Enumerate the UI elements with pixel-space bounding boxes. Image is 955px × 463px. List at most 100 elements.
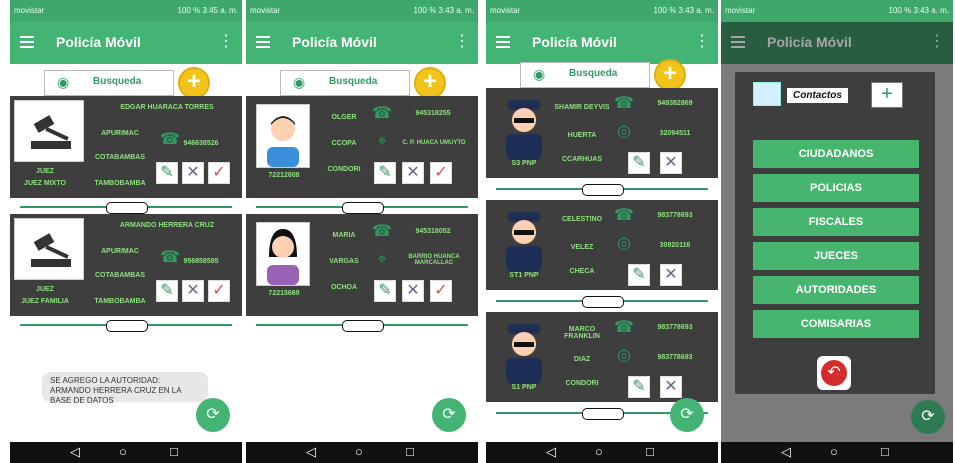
recents-nav-icon[interactable]: □ [406, 444, 414, 460]
back-nav-icon[interactable]: ◁ [781, 444, 791, 460]
citizen-first: MARIA [332, 232, 356, 239]
police-officer-icon [506, 212, 542, 272]
citizen-address: C. P. HUACA UMUYTO [402, 140, 466, 146]
judge-district: TAMBOBAMBA [94, 298, 146, 305]
confirm-button[interactable]: ✓ [430, 162, 452, 184]
add-contact-button[interactable]: + [871, 82, 903, 108]
content-area: ◉ Busqueda + EDGAR HUARACA TORRES APURIM… [10, 64, 242, 442]
recents-nav-icon[interactable]: □ [881, 444, 889, 460]
phone-icon: ☎ [614, 319, 634, 336]
home-nav-icon[interactable]: ○ [119, 444, 127, 460]
refresh-fab[interactable]: ⟳ [432, 398, 466, 432]
confirm-button[interactable]: ✓ [430, 280, 452, 302]
close-icon: ✕ [406, 282, 420, 299]
recents-nav-icon[interactable]: □ [646, 444, 654, 460]
dialog-header: Contactos + [753, 82, 903, 116]
edit-button[interactable]: ✎ [156, 280, 178, 302]
police-middle: HUERTA [567, 132, 597, 139]
judge-region: APURIMAC [101, 130, 139, 137]
back-nav-icon[interactable]: ◁ [70, 444, 80, 460]
police-card: S1 PNP MARCO FRANKLIN DIAZ CONDORI ☎ 983… [486, 312, 718, 402]
option-autoridades[interactable]: AUTORIDADES [753, 276, 919, 304]
back-nav-icon[interactable]: ◁ [546, 444, 556, 460]
edit-button[interactable]: ✎ [628, 264, 650, 286]
edit-button[interactable]: ✎ [628, 376, 650, 398]
menu-icon[interactable] [256, 36, 270, 48]
refresh-fab[interactable]: ⟳ [911, 400, 945, 434]
menu-icon[interactable] [496, 36, 510, 48]
citizen-third: OCHOA [330, 284, 358, 291]
back-nav-icon[interactable]: ◁ [306, 444, 316, 460]
police-avatar [498, 94, 550, 160]
confirm-button[interactable]: ✓ [208, 280, 230, 302]
police-phone: 983778693 [657, 212, 693, 219]
edit-button[interactable]: ✎ [374, 280, 396, 302]
edit-button[interactable]: ✎ [374, 162, 396, 184]
fingerprint-icon: ◎ [617, 123, 631, 140]
overflow-menu-icon[interactable]: ⋮ [218, 34, 234, 50]
delete-button[interactable]: ✕ [182, 280, 204, 302]
citizen-address: BARRIO HUANCA MARCALLAC [408, 254, 460, 266]
dialog-back-button[interactable]: ↶ [817, 356, 851, 390]
refresh-fab[interactable]: ⟳ [196, 398, 230, 432]
check-icon: ✓ [212, 164, 226, 181]
option-fiscales[interactable]: FISCALES [753, 208, 919, 236]
citizen-second: VARGAS [329, 258, 359, 265]
toast-message: SE AGREGO LA AUTORIDAD: ARMANDO HERRERA … [42, 372, 208, 405]
delete-button[interactable]: ✕ [660, 264, 682, 286]
search-box[interactable]: ◉ Busqueda [520, 62, 650, 88]
police-officer-icon [506, 324, 542, 384]
add-button[interactable]: + [178, 67, 210, 99]
close-icon: ✕ [186, 164, 200, 181]
back-arrow-icon: ↶ [821, 360, 847, 386]
confirm-button[interactable]: ✓ [208, 162, 230, 184]
search-box[interactable]: ◉ Busqueda [280, 70, 410, 96]
status-right: 100 % 3:43 a. m. [888, 6, 949, 15]
citizen-first: OLGER [331, 114, 357, 121]
recents-nav-icon[interactable]: □ [170, 444, 178, 460]
gavel-icon [31, 115, 71, 149]
male-avatar-icon [267, 116, 299, 167]
delete-button[interactable]: ✕ [182, 162, 204, 184]
edit-button[interactable]: ✎ [156, 162, 178, 184]
status-bar: movistar 100 % 3:43 a. m. [246, 0, 478, 22]
citizen-third: CONDORI [327, 166, 361, 173]
content-area: ◉ Busqueda + 72212608 OLGER CCOPA CONDOR… [246, 64, 478, 442]
search-label: Busqueda [93, 76, 142, 87]
overflow-menu-icon[interactable]: ⋮ [694, 34, 710, 50]
home-nav-icon[interactable]: ○ [830, 444, 838, 460]
search-box[interactable]: ◉ Busqueda [44, 70, 174, 96]
police-card: S3 PNP SHAMIR DEYVIS HUERTA CCARHUAS ☎ 9… [486, 88, 718, 178]
option-ciudadanos[interactable]: CIUDADANOS [753, 140, 919, 168]
overflow-menu-icon[interactable]: ⋮ [454, 34, 470, 50]
delete-button[interactable]: ✕ [402, 162, 424, 184]
fingerprint-icon: ◎ [617, 235, 631, 252]
phone-icon: ☎ [372, 105, 392, 122]
home-nav-icon[interactable]: ○ [595, 444, 603, 460]
add-button[interactable]: + [654, 59, 686, 91]
delete-button[interactable]: ✕ [660, 152, 682, 174]
citizen-second: CCOPA [331, 140, 357, 147]
edit-button[interactable]: ✎ [628, 152, 650, 174]
option-jueces[interactable]: JUECES [753, 242, 919, 270]
search-label: Busqueda [569, 68, 618, 79]
police-last: CONDORI [565, 380, 599, 387]
close-icon: ✕ [406, 164, 420, 181]
refresh-fab[interactable]: ⟳ [670, 398, 704, 432]
police-doc: 30920116 [659, 242, 691, 249]
citizen-id: 72215689 [268, 290, 300, 297]
option-policias[interactable]: POLICIAS [753, 174, 919, 202]
menu-icon[interactable] [20, 36, 34, 48]
gavel-image [14, 100, 84, 162]
police-rank: S3 PNP [511, 160, 537, 167]
add-button[interactable]: + [414, 67, 446, 99]
contact-card-icon [753, 82, 781, 106]
police-avatar [498, 318, 550, 384]
delete-button[interactable]: ✕ [402, 280, 424, 302]
home-nav-icon[interactable]: ○ [355, 444, 363, 460]
option-comisarias[interactable]: COMISARIAS [753, 310, 919, 338]
eye-icon: ◉ [293, 74, 306, 90]
pencil-icon: ✎ [160, 164, 174, 181]
phone-screen-4: movistar 100 % 3:43 a. m. Policía Móvil ⋮… [721, 0, 953, 463]
delete-button[interactable]: ✕ [660, 376, 682, 398]
